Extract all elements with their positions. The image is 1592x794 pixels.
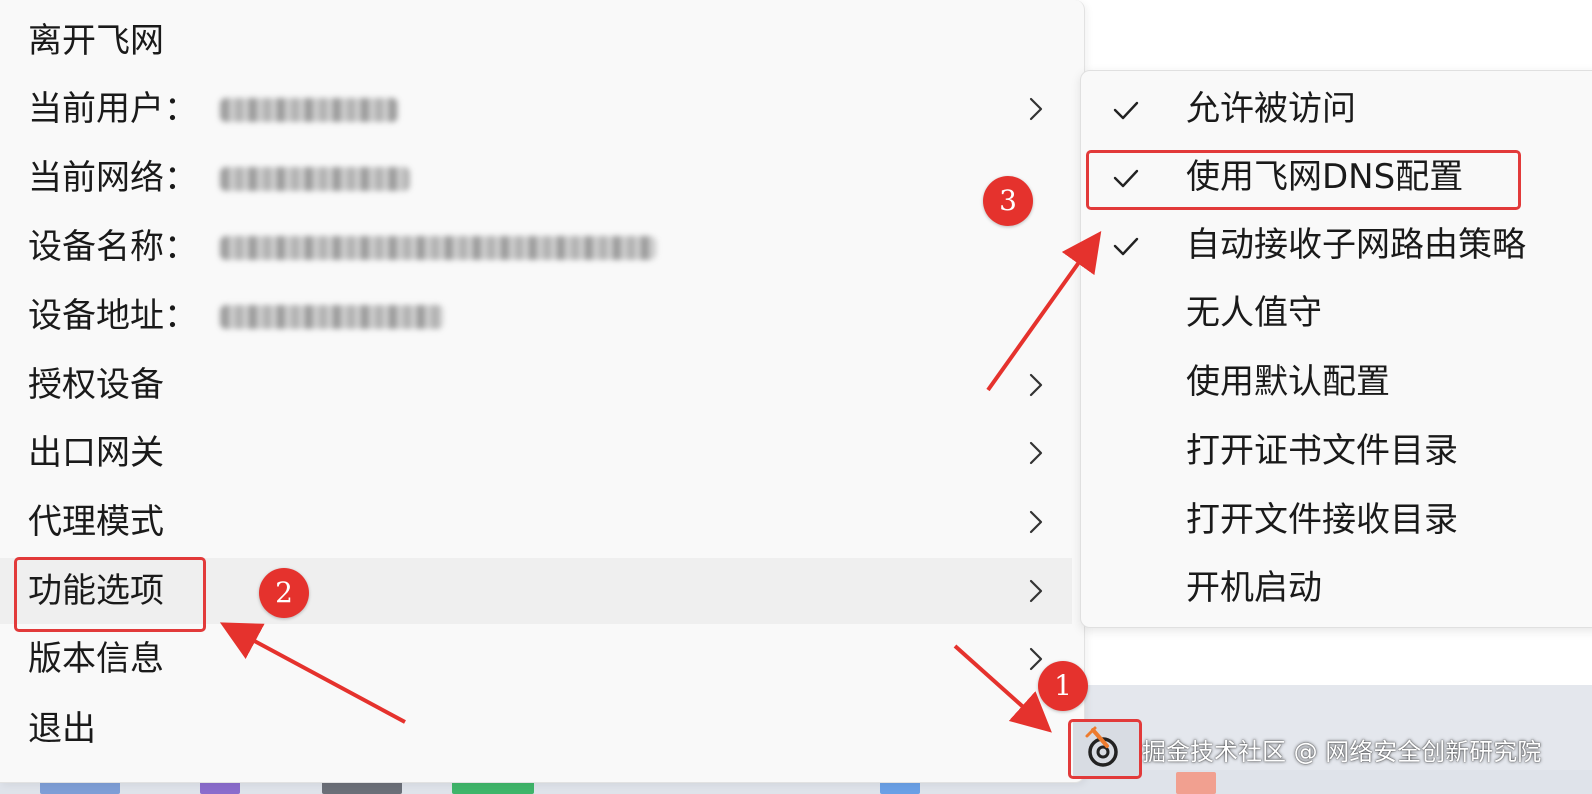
menu-item-label: 离开飞网: [28, 21, 164, 61]
menu-item-proxy-mode[interactable]: 代理模式: [0, 489, 1072, 555]
chevron-right-icon: [1029, 579, 1043, 603]
submenu-item-label: 自动接收子网路由策略: [1186, 225, 1526, 265]
menu-item-label: 授权设备: [28, 365, 164, 405]
menu-item-quit[interactable]: 退出: [0, 696, 1072, 762]
menu-item-label: 退出: [28, 709, 96, 749]
submenu-item-label: 打开证书文件目录: [1186, 431, 1458, 471]
menu-item-current-user[interactable]: 当前用户：: [0, 76, 1072, 142]
tray-context-menu: 离开飞网 当前用户： 当前网络： 设备名称： 设备地址： 授权设备 出口网关 代…: [0, 0, 1085, 783]
submenu-item-open-cert-folder[interactable]: 打开证书文件目录: [1081, 417, 1592, 485]
chevron-right-icon: [1029, 97, 1043, 121]
submenu-item-label: 使用默认配置: [1186, 362, 1390, 402]
submenu-item-launch-at-startup[interactable]: 开机启动: [1081, 554, 1592, 622]
menu-item-version-info[interactable]: 版本信息: [0, 626, 1072, 692]
redacted-value: [220, 305, 444, 329]
menu-item-label: 版本信息: [28, 639, 164, 679]
menu-item-authorized-devices[interactable]: 授权设备: [0, 352, 1072, 418]
submenu-item-use-default-config[interactable]: 使用默认配置: [1081, 348, 1592, 416]
submenu-item-accept-subnet-routes[interactable]: 自动接收子网路由策略: [1081, 211, 1592, 279]
submenu-item-label: 开机启动: [1186, 568, 1322, 608]
highlight-box-feature-options: [14, 557, 206, 632]
submenu-item-unattended[interactable]: 无人值守: [1081, 279, 1592, 347]
menu-item-leave-network[interactable]: 离开飞网: [0, 8, 1072, 74]
redacted-value: [220, 167, 410, 191]
chevron-right-icon: [1029, 510, 1043, 534]
submenu-item-open-receive-folder[interactable]: 打开文件接收目录: [1081, 486, 1592, 554]
menu-item-label: 当前网络：: [28, 158, 198, 198]
submenu-item-label: 打开文件接收目录: [1186, 500, 1458, 540]
menu-item-exit-gateway[interactable]: 出口网关: [0, 420, 1072, 486]
redacted-value: [220, 236, 656, 260]
menu-item-device-address[interactable]: 设备地址：: [0, 283, 1072, 349]
chevron-right-icon: [1029, 373, 1043, 397]
menu-item-label: 设备名称：: [28, 227, 198, 267]
menu-item-label: 代理模式: [28, 502, 164, 542]
step-badge-3: 3: [983, 176, 1033, 226]
menu-item-label: 当前用户：: [28, 89, 198, 129]
watermark: 掘金技术社区 @ 网络安全创新研究院: [1142, 738, 1542, 766]
submenu-item-allow-access[interactable]: 允许被访问: [1081, 75, 1592, 143]
highlight-box-dns-config: [1086, 150, 1521, 210]
checkmark-icon: [1113, 101, 1139, 120]
submenu-item-label: 允许被访问: [1186, 89, 1356, 129]
step-badge-2: 2: [259, 568, 309, 618]
menu-item-label: 出口网关: [28, 433, 164, 473]
step-badge-1: 1: [1038, 661, 1088, 711]
chevron-right-icon: [1029, 441, 1043, 465]
checkmark-icon: [1113, 237, 1139, 256]
menu-item-current-network[interactable]: 当前网络：: [0, 145, 1072, 211]
highlight-box-tray-icon: [1068, 719, 1142, 779]
menu-item-device-name[interactable]: 设备名称：: [0, 214, 1072, 280]
redacted-value: [220, 98, 398, 122]
taskbar-app-icon[interactable]: [1176, 772, 1216, 794]
submenu-item-label: 无人值守: [1186, 293, 1322, 333]
menu-item-label: 设备地址：: [28, 296, 198, 336]
